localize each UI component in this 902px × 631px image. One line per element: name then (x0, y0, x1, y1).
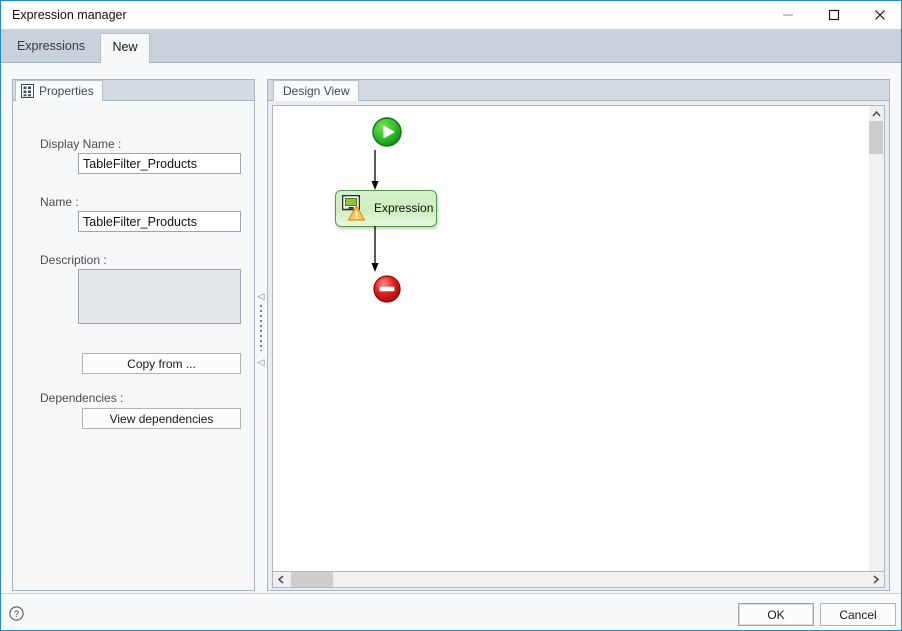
horizontal-scroll-thumb[interactable] (291, 572, 333, 587)
tab-design-view[interactable]: Design View (273, 80, 360, 101)
view-dependencies-button[interactable]: View dependencies (82, 408, 241, 429)
design-vertical-scrollbar[interactable] (869, 105, 885, 588)
display-name-input[interactable] (78, 153, 241, 174)
description-textarea[interactable] (78, 269, 241, 324)
connector-expression-to-stop (371, 226, 379, 272)
scroll-right-button[interactable] (868, 572, 884, 587)
properties-panel: Properties Display Name : Name : Descrip… (12, 79, 255, 591)
dependencies-label: Dependencies : (40, 391, 124, 405)
vertical-scroll-thumb[interactable] (869, 121, 883, 154)
minimize-icon (783, 14, 793, 16)
splitter-collapse-top-icon[interactable]: ◁ (257, 291, 265, 301)
scroll-up-button[interactable] (869, 106, 883, 121)
tab-properties[interactable]: Properties (15, 80, 103, 101)
svg-text:?: ? (14, 609, 19, 619)
chevron-left-icon (278, 575, 284, 584)
chevron-right-icon (873, 575, 879, 584)
stop-node[interactable] (370, 272, 404, 306)
splitter-collapse-bottom-icon[interactable]: ◁ (257, 357, 265, 367)
main-tab-strip: Expressions New (1, 29, 901, 63)
tab-expressions[interactable]: Expressions (5, 33, 97, 63)
chevron-up-icon (871, 110, 881, 117)
maximize-icon (828, 9, 840, 21)
properties-grid-icon (21, 84, 34, 98)
properties-form: Display Name : Name : Description : Copy… (13, 101, 254, 590)
name-input[interactable] (78, 211, 241, 232)
close-icon (875, 10, 885, 20)
properties-tab-row: Properties (13, 80, 254, 101)
design-panel: Design View Expression (267, 79, 890, 591)
design-canvas-viewport: Expression (272, 105, 885, 588)
copy-from-button[interactable]: Copy from ... (82, 353, 241, 374)
panel-splitter[interactable]: ◁ ◁ (256, 79, 266, 591)
tab-new[interactable]: New (100, 33, 150, 63)
name-label: Name : (40, 195, 79, 209)
close-button[interactable] (857, 1, 902, 29)
maximize-button[interactable] (811, 1, 857, 29)
splitter-grip[interactable] (260, 305, 262, 351)
help-circle-icon[interactable]: ? (9, 606, 24, 621)
design-canvas[interactable]: Expression (273, 106, 868, 571)
dialog-footer: ? OK Cancel (1, 593, 901, 630)
description-label: Description : (40, 253, 107, 267)
content-area: Properties Display Name : Name : Descrip… (1, 63, 901, 593)
expression-node-label: Expression (374, 201, 434, 215)
design-tab-row: Design View (268, 80, 889, 101)
expression-manager-window: Expression manager Expressions New Prope… (0, 0, 902, 631)
ok-button[interactable]: OK (738, 603, 814, 626)
start-node[interactable] (368, 113, 406, 151)
warning-triangle-icon (348, 205, 365, 221)
minimize-button[interactable] (765, 1, 811, 29)
title-bar: Expression manager (1, 1, 901, 29)
window-title: Expression manager (12, 8, 127, 22)
tab-properties-label: Properties (39, 84, 94, 98)
display-name-label: Display Name : (40, 137, 122, 151)
connector-start-to-expression (371, 150, 379, 190)
design-horizontal-scrollbar[interactable] (272, 571, 885, 588)
cancel-button[interactable]: Cancel (820, 603, 896, 626)
expression-node[interactable]: Expression (335, 190, 437, 227)
scroll-left-button[interactable] (273, 572, 289, 587)
